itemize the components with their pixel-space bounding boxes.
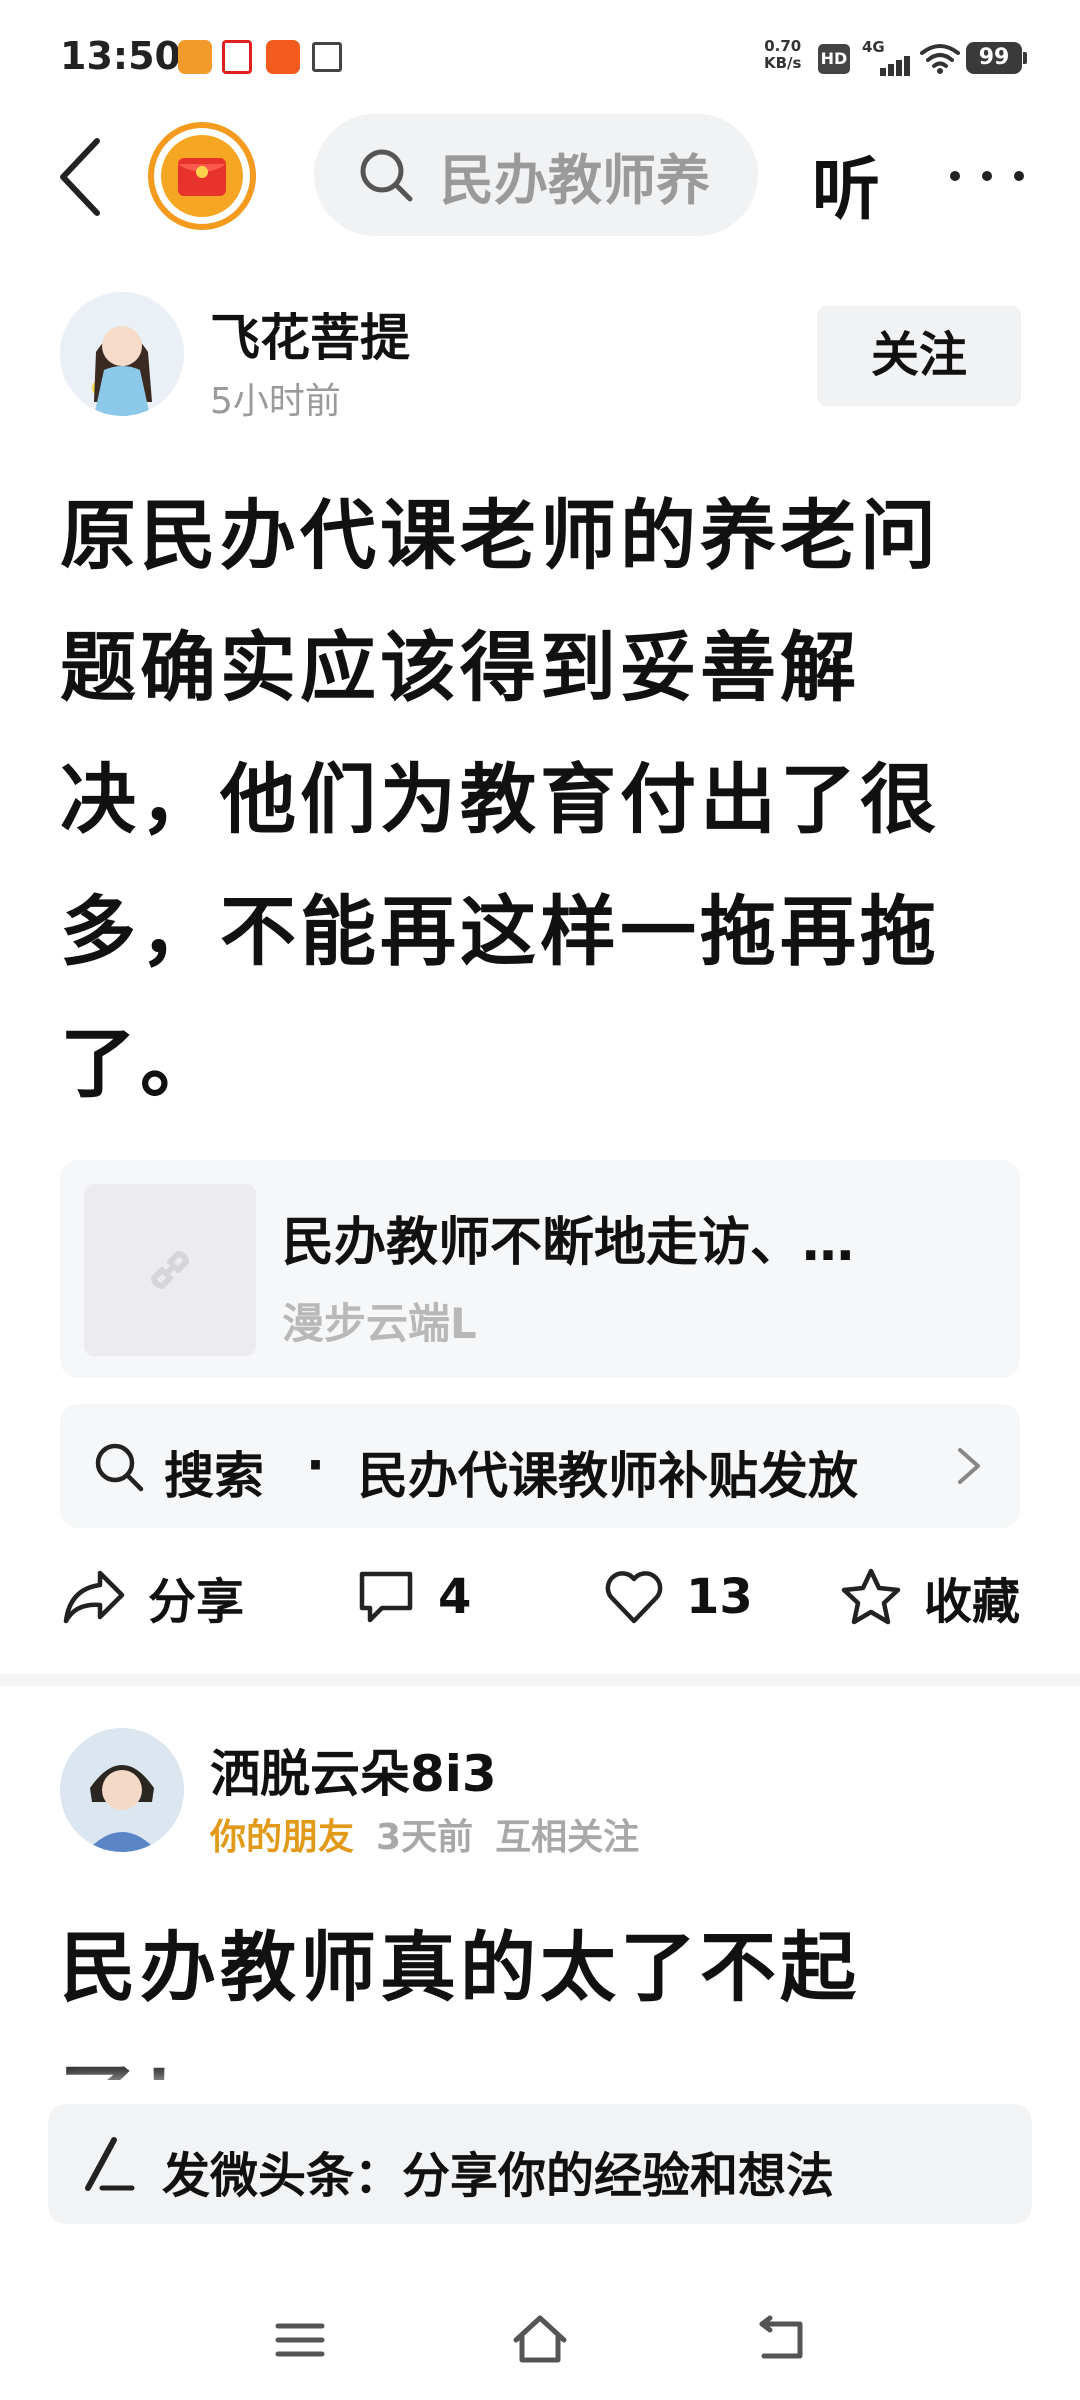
- battery-indicator: 99: [966, 42, 1027, 74]
- post-divider: [0, 1674, 1080, 1686]
- red-packet-icon: [161, 135, 243, 217]
- link-source: 漫步云端L: [282, 1299, 477, 1348]
- author-name[interactable]: 飞花菩提: [210, 298, 410, 370]
- comment-count: 4: [438, 1569, 472, 1625]
- favorite-label: 收藏: [924, 1574, 1021, 1630]
- status-time: 13:50: [60, 34, 181, 78]
- search-box[interactable]: 民办教师养: [314, 114, 758, 236]
- share-label: 分享: [148, 1574, 245, 1630]
- menu-icon[interactable]: [270, 2310, 330, 2370]
- comment-button[interactable]: 4: [356, 1560, 471, 1634]
- dot-icon: [1014, 171, 1024, 181]
- post-time: 5小时前: [210, 381, 341, 422]
- network-speed: 0.70 KB/s: [764, 38, 801, 72]
- chevron-right-icon: [958, 1448, 980, 1484]
- share-button[interactable]: 分享: [62, 1560, 244, 1634]
- back-button[interactable]: [44, 134, 116, 220]
- search-suggestion-label: 搜索: [164, 1447, 264, 1505]
- heart-icon: [605, 1571, 663, 1624]
- post-action-bar: 分享 4 13 收藏: [60, 1560, 1020, 1634]
- pen-icon: [85, 2137, 135, 2191]
- video-app-notification-icon: [178, 40, 212, 74]
- like-count: 13: [686, 1569, 753, 1625]
- wifi-icon: [920, 44, 960, 74]
- network-type: 4G: [862, 38, 885, 56]
- post-body[interactable]: 原民办代课老师的养老问题确实应该得到妥善解决，他们为教育付出了很多，不能再这样一…: [60, 470, 1010, 1130]
- post-body[interactable]: 民办教师真的太了不起了！: [60, 1902, 1010, 2080]
- search-icon: [360, 149, 413, 202]
- link-icon: [150, 1250, 190, 1290]
- hd-icon: HD: [818, 44, 850, 74]
- status-bar: 13:50 0.70 KB/s HD 4G 99: [0, 0, 1080, 112]
- compose-bar[interactable]: 发微头条：分享你的经验和想法: [48, 2104, 1032, 2224]
- link-card[interactable]: 民办教师不断地走访、… 漫步云端L: [60, 1160, 1020, 1378]
- avatar[interactable]: [60, 1728, 184, 1852]
- post-author-row: 飞花菩提 5小时前 关注: [60, 292, 1021, 422]
- listen-button[interactable]: 听: [812, 134, 880, 233]
- top-nav: 民办教师养 听: [0, 112, 1080, 242]
- share-icon: [63, 1570, 125, 1624]
- search-suggestion[interactable]: 搜索 · 民办代课教师补贴发放: [60, 1404, 1020, 1528]
- network-speed-value: 0.70: [764, 37, 802, 55]
- shopping-app-notification-icon: [266, 40, 300, 74]
- follow-button[interactable]: 关注: [817, 306, 1021, 406]
- avatar[interactable]: [60, 292, 184, 416]
- home-icon[interactable]: [510, 2310, 570, 2370]
- post-time: 3天前: [376, 1817, 474, 1858]
- search-query-text: 民办教师养: [440, 148, 710, 212]
- comment-icon: [359, 1571, 413, 1623]
- compose-prompt: 发微头条：分享你的经验和想法: [162, 2148, 835, 2204]
- chevron-left-icon: [60, 138, 100, 216]
- screen: 13:50 0.70 KB/s HD 4G 99 民办教师养 听 飞花菩提 5小…: [0, 0, 1080, 2400]
- back-nav-icon[interactable]: [752, 2310, 812, 2370]
- news-app-notification-icon: [222, 40, 252, 74]
- dot-icon: [950, 171, 960, 181]
- more-options-button[interactable]: [950, 156, 1024, 196]
- network-speed-unit: KB/s: [764, 54, 802, 72]
- author-meta: 你的朋友 3天前 互相关注: [210, 1808, 639, 1860]
- pay-app-notification-icon: [312, 42, 342, 72]
- friend-badge: 你的朋友: [210, 1817, 355, 1858]
- like-button[interactable]: 13: [604, 1560, 753, 1634]
- search-suggestion-query: 民办代课教师补贴发放: [358, 1447, 858, 1505]
- post-author-row: 洒脱云朵8i3 你的朋友 3天前 互相关注: [60, 1728, 1020, 1858]
- search-icon: [95, 1443, 144, 1492]
- red-packet-button[interactable]: [148, 122, 256, 230]
- link-thumbnail: [84, 1184, 256, 1356]
- system-nav-bar: [0, 2280, 1080, 2400]
- separator: ·: [306, 1436, 325, 1494]
- author-name[interactable]: 洒脱云朵8i3: [210, 1734, 497, 1806]
- favorite-button[interactable]: 收藏: [840, 1560, 1020, 1634]
- star-icon: [841, 1568, 901, 1625]
- relation-label: 互相关注: [495, 1817, 640, 1858]
- signal-icon: 4G: [862, 38, 910, 76]
- link-title: 民办教师不断地走访、…: [282, 1213, 855, 1273]
- dot-icon: [982, 171, 992, 181]
